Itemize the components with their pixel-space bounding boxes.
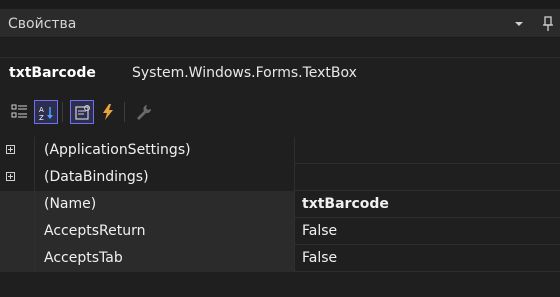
property-name: (DataBindings) (34, 164, 295, 191)
property-value[interactable]: txtBarcode (295, 191, 560, 218)
row-gutter (0, 218, 34, 245)
property-value[interactable]: False (295, 218, 560, 245)
svg-text:Z: Z (39, 114, 44, 122)
categorized-button[interactable] (8, 100, 32, 124)
alphabetical-icon: A Z (39, 106, 53, 122)
svg-text:A: A (39, 106, 44, 114)
properties-toolbar: A Z (0, 92, 560, 132)
row-gutter (0, 164, 34, 191)
properties-window: Свойства txtBarcode System.Windows.Forms… (0, 0, 560, 297)
grid-row-accepts-tab[interactable]: AcceptsTab False (0, 245, 560, 272)
grid-row-application-settings[interactable]: (ApplicationSettings) (0, 137, 560, 164)
property-value[interactable]: False (295, 245, 560, 272)
property-value[interactable] (295, 137, 560, 164)
dropdown-arrow-icon[interactable] (513, 18, 525, 30)
wrench-icon (137, 105, 152, 120)
object-type: System.Windows.Forms.TextBox (132, 65, 357, 81)
panel-title: Свойства (8, 16, 77, 32)
row-gutter (0, 137, 34, 164)
property-value[interactable] (295, 164, 560, 191)
property-name: (Name) (34, 191, 295, 218)
divider (0, 57, 560, 58)
grid-row-name[interactable]: (Name) txtBarcode (0, 191, 560, 218)
toolbar-separator (124, 102, 125, 122)
properties-button[interactable] (70, 100, 94, 124)
events-button[interactable] (96, 100, 120, 124)
alphabetical-button[interactable]: A Z (34, 100, 58, 124)
panel-titlebar[interactable]: Свойства (0, 9, 560, 38)
row-gutter (0, 191, 34, 218)
pin-icon[interactable] (541, 16, 555, 32)
expand-icon[interactable] (6, 145, 15, 154)
property-grid: (ApplicationSettings) (DataBindings) (Na… (0, 137, 560, 297)
events-icon (103, 104, 113, 120)
toolbar-separator (62, 102, 63, 122)
property-name: AcceptsReturn (34, 218, 295, 245)
property-name: (ApplicationSettings) (34, 137, 295, 164)
object-selector[interactable]: txtBarcode System.Windows.Forms.TextBox (0, 57, 560, 92)
expand-icon[interactable] (6, 172, 15, 181)
grid-row-data-bindings[interactable]: (DataBindings) (0, 164, 560, 191)
object-name: txtBarcode (9, 65, 96, 81)
categorized-icon (11, 104, 27, 118)
top-strip (0, 0, 560, 9)
row-gutter (0, 245, 34, 272)
properties-icon (75, 105, 90, 120)
property-pages-button[interactable] (132, 100, 156, 124)
property-name: AcceptsTab (34, 245, 295, 272)
grid-row-accepts-return[interactable]: AcceptsReturn False (0, 218, 560, 245)
